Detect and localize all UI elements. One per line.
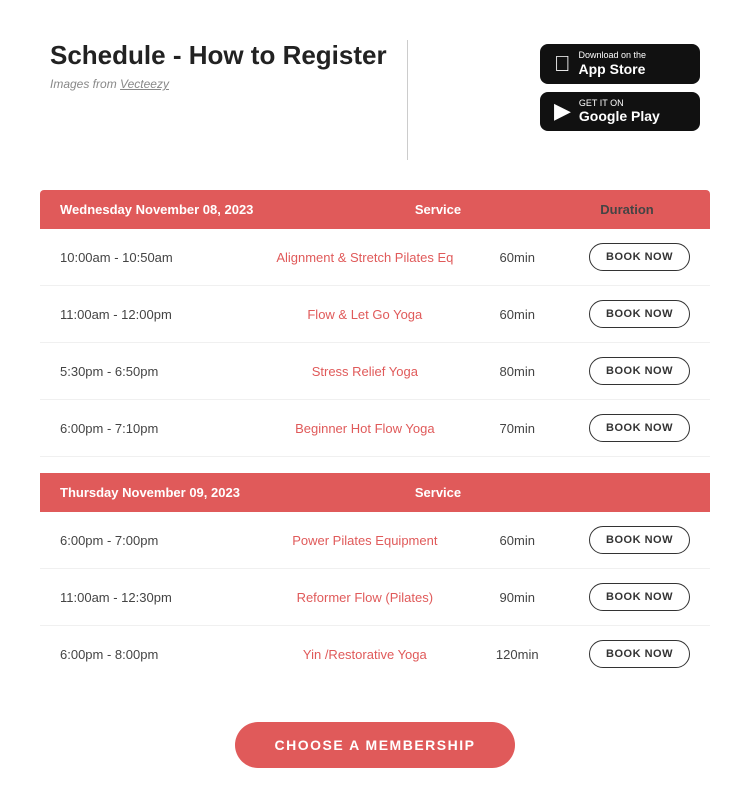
duration-col-header-0: Duration — [564, 202, 690, 217]
class-time-1-0: 6:00pm - 7:00pm — [60, 533, 263, 548]
class-duration-1-2: 120min — [466, 647, 568, 662]
day-date-1: Thursday November 09, 2023 — [60, 485, 312, 500]
page-header: Schedule - How to Register Images from V… — [0, 0, 750, 180]
google-play-badge[interactable]: ▶ GET IT ON Google Play — [540, 92, 700, 132]
class-service-1-1: Reformer Flow (Pilates) — [263, 590, 466, 605]
schedule-row-1-2: 6:00pm - 8:00pm Yin /Restorative Yoga 12… — [40, 626, 710, 682]
book-now-button-1-0[interactable]: BOOK NOW — [589, 526, 690, 554]
class-service-0-3: Beginner Hot Flow Yoga — [263, 421, 466, 436]
class-duration-0-2: 80min — [466, 364, 568, 379]
schedule-row-1-1: 11:00am - 12:30pm Reformer Flow (Pilates… — [40, 569, 710, 626]
class-service-1-0: Power Pilates Equipment — [263, 533, 466, 548]
schedule-row-0-1: 11:00am - 12:00pm Flow & Let Go Yoga 60m… — [40, 286, 710, 343]
class-service-0-2: Stress Relief Yoga — [263, 364, 466, 379]
apple-badge-text: Download on the App Store — [579, 50, 647, 78]
app-store-badges:  Download on the App Store ▶ GET IT ON … — [540, 44, 700, 131]
attribution-prefix: Images from — [50, 77, 120, 91]
class-service-0-1: Flow & Let Go Yoga — [263, 307, 466, 322]
book-now-button-0-1[interactable]: BOOK NOW — [589, 300, 690, 328]
day-header-1: Thursday November 09, 2023 Service — [40, 473, 710, 512]
class-service-1-2: Yin /Restorative Yoga — [263, 647, 466, 662]
day-header-0: Wednesday November 08, 2023 Service Dura… — [40, 190, 710, 229]
class-duration-0-0: 60min — [466, 250, 568, 265]
google-badge-text: GET IT ON Google Play — [579, 98, 660, 126]
service-col-header-1: Service — [312, 485, 564, 500]
google-play-icon: ▶ — [554, 98, 571, 124]
class-time-0-1: 11:00am - 12:00pm — [60, 307, 263, 322]
book-now-button-0-2[interactable]: BOOK NOW — [589, 357, 690, 385]
class-duration-0-1: 60min — [466, 307, 568, 322]
book-col-1-1: BOOK NOW — [568, 583, 690, 611]
membership-section: CHOOSE A MEMBERSHIP — [0, 702, 750, 798]
book-now-button-1-2[interactable]: BOOK NOW — [589, 640, 690, 668]
class-duration-1-1: 90min — [466, 590, 568, 605]
book-col-0-3: BOOK NOW — [568, 414, 690, 442]
apple-icon:  — [554, 51, 571, 77]
class-time-0-2: 5:30pm - 6:50pm — [60, 364, 263, 379]
schedule-row-1-0: 6:00pm - 7:00pm Power Pilates Equipment … — [40, 512, 710, 569]
service-col-header-0: Service — [312, 202, 564, 217]
duration-col-header-1 — [564, 485, 690, 500]
apple-store-badge[interactable]:  Download on the App Store — [540, 44, 700, 84]
book-now-button-1-1[interactable]: BOOK NOW — [589, 583, 690, 611]
class-time-0-0: 10:00am - 10:50am — [60, 250, 263, 265]
book-col-1-2: BOOK NOW — [568, 640, 690, 668]
book-col-0-1: BOOK NOW — [568, 300, 690, 328]
book-now-button-0-0[interactable]: BOOK NOW — [589, 243, 690, 271]
page-title: Schedule - How to Register — [50, 40, 387, 71]
header-left: Schedule - How to Register Images from V… — [50, 40, 387, 91]
class-time-0-3: 6:00pm - 7:10pm — [60, 421, 263, 436]
schedule-row-0-2: 5:30pm - 6:50pm Stress Relief Yoga 80min… — [40, 343, 710, 400]
header-divider — [407, 40, 408, 160]
schedule-row-0-0: 10:00am - 10:50am Alignment & Stretch Pi… — [40, 229, 710, 286]
choose-membership-button[interactable]: CHOOSE A MEMBERSHIP — [235, 722, 516, 768]
class-service-0-0: Alignment & Stretch Pilates Eq — [263, 250, 466, 265]
attribution: Images from Vecteezy — [50, 77, 387, 91]
book-col-0-0: BOOK NOW — [568, 243, 690, 271]
class-time-1-1: 11:00am - 12:30pm — [60, 590, 263, 605]
day-date-0: Wednesday November 08, 2023 — [60, 202, 312, 217]
class-time-1-2: 6:00pm - 8:00pm — [60, 647, 263, 662]
section-gap — [40, 457, 710, 473]
schedule-table: Wednesday November 08, 2023 Service Dura… — [40, 190, 710, 682]
attribution-link[interactable]: Vecteezy — [120, 77, 169, 91]
class-duration-0-3: 70min — [466, 421, 568, 436]
schedule-row-0-3: 6:00pm - 7:10pm Beginner Hot Flow Yoga 7… — [40, 400, 710, 457]
book-col-0-2: BOOK NOW — [568, 357, 690, 385]
book-col-1-0: BOOK NOW — [568, 526, 690, 554]
book-now-button-0-3[interactable]: BOOK NOW — [589, 414, 690, 442]
class-duration-1-0: 60min — [466, 533, 568, 548]
